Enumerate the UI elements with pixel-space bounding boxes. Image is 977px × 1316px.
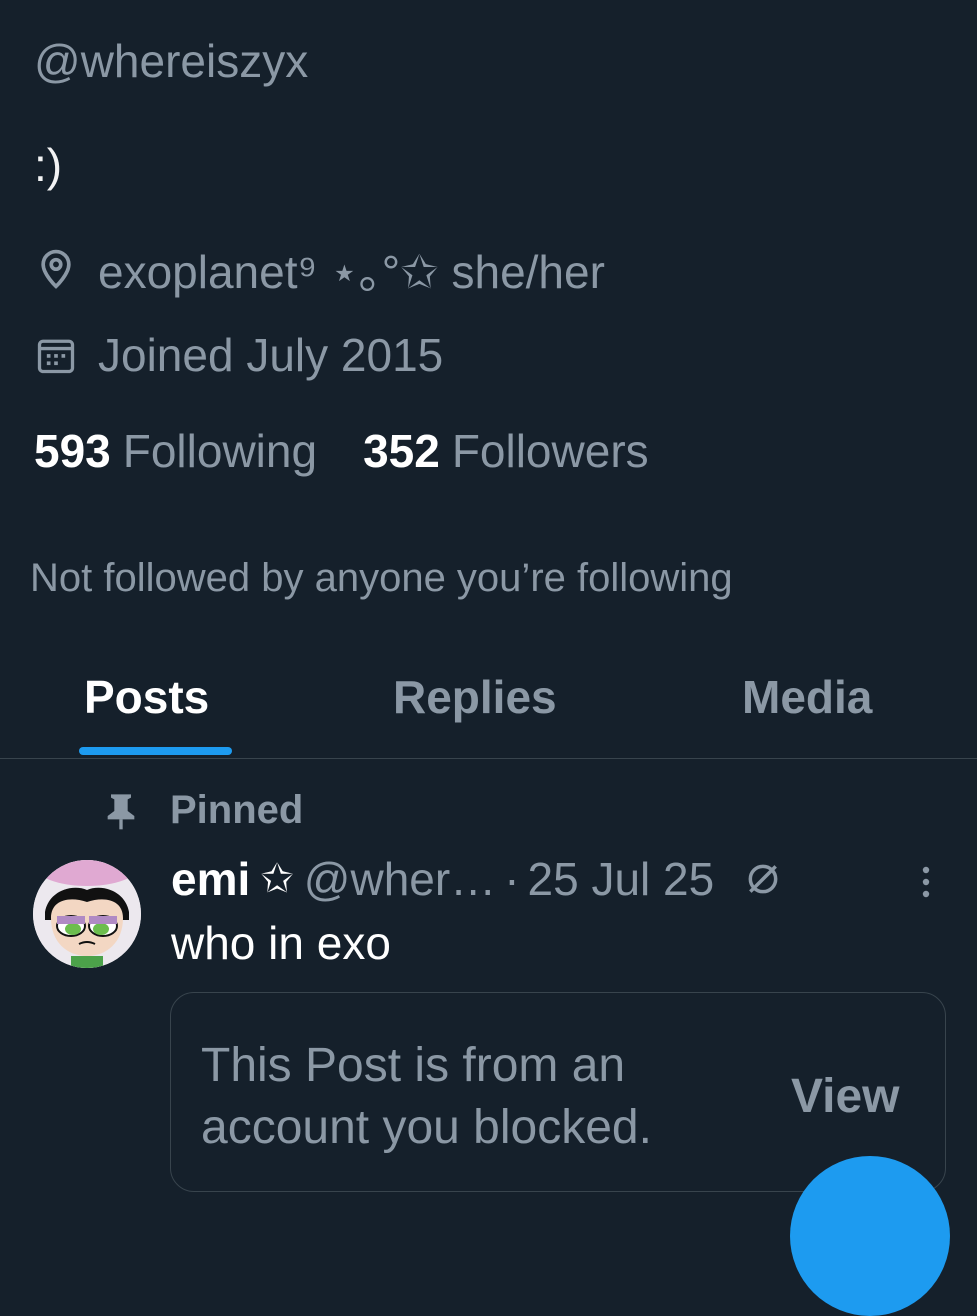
post-text: who in exo <box>171 917 391 969</box>
edited-icon[interactable] <box>744 860 782 898</box>
followers-count: 352 <box>363 425 440 477</box>
following-link[interactable]: 593 Following <box>34 424 317 478</box>
profile-location: exoplanet⁹ ⋆｡°✩ she/her <box>34 236 605 302</box>
mutuals-note: Not followed by anyone you’re following <box>30 556 733 600</box>
post-display-name[interactable]: emi <box>171 852 250 906</box>
tab-media[interactable]: Media <box>742 670 872 724</box>
view-button[interactable]: View <box>791 1069 900 1124</box>
followers-link[interactable]: 352 Followers <box>363 424 649 478</box>
location-text: exoplanet⁹ ⋆｡°✩ she/her <box>98 246 605 298</box>
profile-handle: @whereiszyx <box>34 35 309 87</box>
active-tab-indicator <box>79 747 232 755</box>
follow-stats: 593 Following 352 Followers <box>34 424 649 478</box>
pinned-label: Pinned <box>170 788 304 832</box>
pinned-indicator: Pinned <box>104 788 303 833</box>
compose-fab[interactable] <box>790 1156 950 1316</box>
name-badge: ✩ <box>260 857 294 901</box>
blocked-quote-card: This Post is from an account you blocked… <box>170 992 946 1192</box>
pin-icon <box>107 793 135 829</box>
profile-tabs: Posts Replies Media <box>0 660 977 759</box>
location-pin-icon <box>41 249 71 289</box>
post-handle[interactable]: @wher… <box>304 852 496 906</box>
following-count: 593 <box>34 425 111 477</box>
following-label: Following <box>122 425 318 477</box>
followers-label: Followers <box>451 425 649 477</box>
blocked-message: This Post is from an account you blocked… <box>201 1039 652 1154</box>
post-header: emi ✩ @wher… · 25 Jul 25 <box>171 852 782 906</box>
calendar-icon <box>37 339 75 374</box>
tab-posts[interactable]: Posts <box>84 670 209 724</box>
more-vertical-icon[interactable] <box>916 862 936 902</box>
tab-replies[interactable]: Replies <box>393 670 557 724</box>
joined-text: Joined July 2015 <box>98 329 444 381</box>
avatar-image <box>33 860 141 968</box>
profile-joined: Joined July 2015 <box>34 328 443 382</box>
post-date[interactable]: 25 Jul 25 <box>528 852 715 906</box>
avatar[interactable] <box>33 860 141 968</box>
profile-bio: :) <box>34 139 63 191</box>
header-separator: · <box>504 853 520 905</box>
